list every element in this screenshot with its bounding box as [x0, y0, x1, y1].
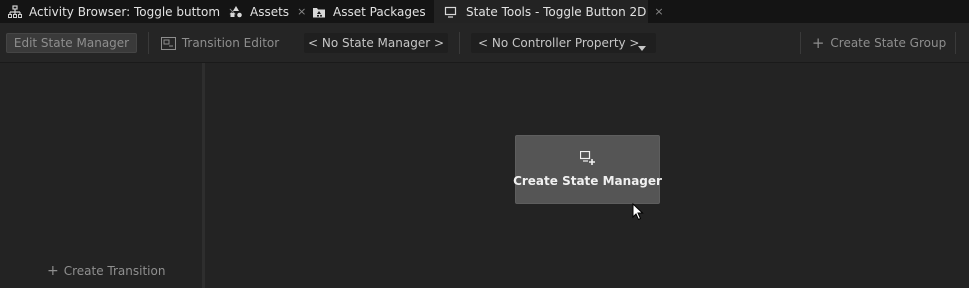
- toolbar-divider: [148, 32, 149, 54]
- tab-asset-packages[interactable]: Asset Packages ×: [312, 0, 443, 23]
- create-state-group-button[interactable]: + Create State Group: [812, 33, 946, 53]
- close-icon[interactable]: ×: [654, 6, 663, 17]
- tab-state-tools[interactable]: State Tools - Toggle Button 2D ×: [434, 0, 664, 23]
- tab-activity-browser[interactable]: Activity Browser: Toggle buttom ×: [8, 0, 237, 23]
- toolbar-divider: [955, 32, 956, 54]
- create-state-manager-label: Create State Manager: [513, 174, 662, 188]
- close-icon[interactable]: ×: [297, 6, 306, 17]
- asset-packages-icon: [312, 5, 326, 19]
- toolbar-divider: [800, 32, 801, 54]
- toolbar-divider: [459, 32, 460, 54]
- state-manager-selector[interactable]: < No State Manager >: [304, 33, 448, 53]
- hierarchy-icon: [8, 4, 22, 19]
- tab-bar: Activity Browser: Toggle buttom × Assets…: [0, 0, 969, 23]
- edit-state-manager-label: Edit State Manager: [13, 36, 130, 50]
- chevron-down-icon: [638, 40, 646, 54]
- tab-label: Assets: [250, 4, 290, 19]
- tab-label: Activity Browser: Toggle buttom: [29, 4, 221, 19]
- create-transition-label: Create Transition: [63, 264, 166, 278]
- assets-icon: [229, 5, 243, 19]
- plus-icon: +: [811, 33, 825, 52]
- add-state-manager-icon: [579, 151, 596, 165]
- edit-state-manager-button[interactable]: Edit State Manager: [6, 33, 137, 53]
- state-manager-selector-value: < No State Manager >: [307, 36, 445, 50]
- create-transition-button[interactable]: + Create Transition: [47, 264, 165, 278]
- toolbar: Edit State Manager Transition Editor < N…: [0, 23, 969, 63]
- tab-label: Asset Packages: [333, 4, 426, 19]
- controller-property-selector-value: < No Controller Property >: [478, 36, 640, 50]
- transition-editor-button[interactable]: Transition Editor: [160, 33, 280, 53]
- transition-editor-label: Transition Editor: [181, 36, 280, 50]
- transitions-panel: [0, 63, 202, 288]
- controller-property-selector[interactable]: < No Controller Property >: [471, 33, 656, 53]
- create-state-group-label: Create State Group: [830, 36, 947, 50]
- state-tools-icon: [444, 5, 458, 19]
- create-state-manager-button[interactable]: Create State Manager: [513, 135, 662, 204]
- tab-assets[interactable]: Assets ×: [229, 0, 306, 23]
- tab-label: State Tools - Toggle Button 2D: [466, 4, 647, 19]
- transition-editor-icon: [160, 36, 176, 50]
- plus-icon: +: [47, 263, 59, 279]
- mouse-cursor-icon: [632, 202, 644, 224]
